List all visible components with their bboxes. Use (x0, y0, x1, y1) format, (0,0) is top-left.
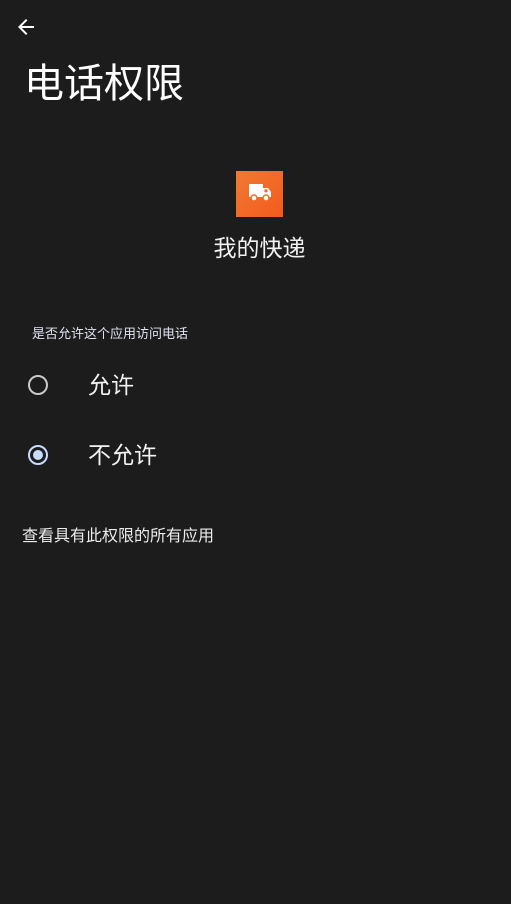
allow-option[interactable]: 允许 (0, 358, 511, 416)
deny-radio[interactable] (28, 445, 48, 465)
deny-option[interactable]: 不允许 (0, 428, 511, 486)
allow-radio[interactable] (28, 375, 48, 395)
arrow-back-icon (14, 15, 38, 43)
app-name: 我的快递 (213, 236, 306, 262)
all-apps-link[interactable]: 查看具有此权限的所有应用 (22, 524, 214, 548)
back-button[interactable] (8, 12, 44, 46)
allow-label: 允许 (88, 373, 134, 399)
deny-label: 不允许 (88, 443, 157, 469)
permission-question: 是否允许这个应用访问电话 (32, 327, 189, 342)
delivery-truck-icon (246, 180, 274, 208)
page-title: 电话权限 (24, 61, 184, 107)
app-icon (236, 171, 283, 217)
